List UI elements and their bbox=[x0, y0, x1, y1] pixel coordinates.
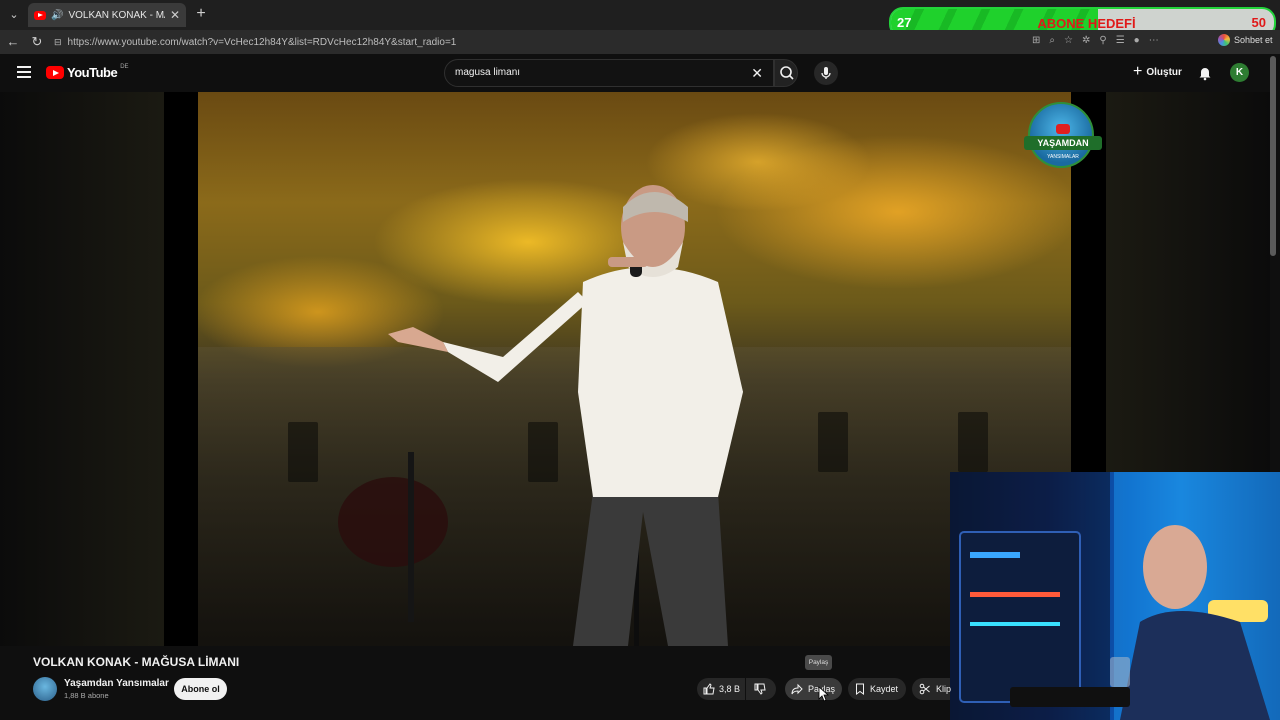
like-button[interactable]: 3,8 B bbox=[697, 678, 745, 700]
split-screen-icon[interactable]: ⚲ bbox=[1099, 35, 1106, 46]
tab-close-icon[interactable]: ✕ bbox=[170, 8, 180, 22]
app-grid-icon[interactable]: ⊞ bbox=[1032, 35, 1040, 46]
favorites-icon[interactable]: ☰ bbox=[1116, 35, 1125, 46]
goal-target: 50 bbox=[1251, 15, 1266, 30]
bookmark-icon bbox=[856, 683, 864, 695]
country-code: DE bbox=[120, 63, 129, 70]
webcam-scene bbox=[950, 472, 1280, 720]
hamburger-menu-icon[interactable] bbox=[17, 66, 31, 78]
search-input[interactable]: magusa limanı ✕ bbox=[444, 59, 774, 87]
share-button[interactable]: Paylaş bbox=[785, 678, 842, 700]
thumbs-down-icon bbox=[754, 683, 766, 695]
subscriber-count: 1,88 B abone bbox=[64, 691, 109, 700]
tab-list-chevron-icon[interactable]: ⌄ bbox=[4, 5, 24, 25]
concert-scene bbox=[198, 92, 1071, 646]
copilot-chat-button[interactable]: Sohbet et bbox=[1218, 34, 1273, 46]
youtube-play-icon bbox=[46, 66, 64, 79]
save-label: Kaydet bbox=[870, 684, 899, 694]
zoom-icon[interactable]: ⌕ bbox=[1049, 35, 1055, 46]
tab-title: VOLKAN KONAK - MAĞUSA L bbox=[68, 9, 165, 21]
account-avatar[interactable]: K bbox=[1230, 63, 1249, 82]
favorite-star-icon[interactable]: ☆ bbox=[1064, 35, 1073, 46]
search-button[interactable] bbox=[774, 59, 798, 87]
singer-figure bbox=[338, 185, 743, 646]
notifications-bell-icon[interactable] bbox=[1197, 65, 1213, 81]
copilot-icon bbox=[1218, 34, 1230, 46]
clip-label: Klip bbox=[936, 684, 952, 694]
site-info-icon[interactable]: ⊟ bbox=[54, 37, 62, 48]
profile-icon[interactable]: ● bbox=[1134, 35, 1140, 46]
search-icon bbox=[780, 66, 794, 80]
browser-address-bar: ← ↻ ⊟ https://www.youtube.com/watch?v=Vc… bbox=[0, 30, 1280, 54]
youtube-header: YouTube DE magusa limanı ✕ + Oluştur K bbox=[0, 54, 1280, 92]
new-tab-plus-icon[interactable]: + bbox=[193, 5, 209, 23]
ambient-glow-left bbox=[0, 92, 164, 646]
watermark-subtitle: YANSIMALAR bbox=[1047, 154, 1079, 160]
plus-icon: + bbox=[1133, 63, 1143, 80]
channel-avatar[interactable] bbox=[33, 677, 57, 701]
video-title: VOLKAN KONAK - MAĞUSA LİMANI bbox=[33, 655, 240, 669]
watermark-title: YAŞAMDAN bbox=[1024, 136, 1102, 150]
like-count: 3,8 B bbox=[719, 684, 741, 694]
channel-watermark-logo: YAŞAMDAN YANSIMALAR bbox=[1024, 102, 1102, 168]
voice-search-button[interactable] bbox=[814, 61, 838, 85]
youtube-logo[interactable]: YouTube DE bbox=[46, 63, 129, 80]
scissors-icon bbox=[919, 683, 930, 695]
create-button[interactable]: + Oluştur bbox=[1133, 63, 1182, 80]
share-arrow-icon bbox=[791, 683, 803, 695]
extension-icon[interactable]: ✲ bbox=[1082, 35, 1090, 46]
clear-search-icon[interactable]: ✕ bbox=[751, 65, 763, 82]
goal-label: ABONE HEDEFİ bbox=[1037, 16, 1136, 31]
audio-playing-icon[interactable]: 🔊 bbox=[51, 10, 63, 21]
mouse-cursor-icon bbox=[818, 686, 830, 702]
subscribe-button[interactable]: Abone ol bbox=[174, 678, 227, 700]
back-arrow-icon[interactable]: ← bbox=[4, 33, 22, 51]
youtube-wordmark: YouTube bbox=[67, 65, 118, 80]
create-label: Oluştur bbox=[1146, 66, 1182, 78]
search-query: magusa limanı bbox=[455, 67, 521, 78]
watermark-youtube-icon bbox=[1056, 124, 1070, 134]
clip-button[interactable]: Klip bbox=[912, 678, 952, 700]
browser-tab[interactable]: 🔊 VOLKAN KONAK - MAĞUSA L ✕ bbox=[28, 3, 186, 27]
dislike-button[interactable] bbox=[746, 678, 776, 700]
streamer-webcam bbox=[950, 472, 1280, 720]
extensions-area: ⊞ ⌕ ☆ ✲ ⚲ ☰ ● ⋯ bbox=[1032, 35, 1159, 46]
reload-icon[interactable]: ↻ bbox=[28, 33, 46, 51]
share-tooltip: Paylaş bbox=[805, 655, 832, 670]
page-scrollbar[interactable] bbox=[1270, 56, 1276, 256]
youtube-favicon-icon bbox=[34, 10, 46, 20]
thumbs-up-icon bbox=[703, 683, 715, 695]
chat-label: Sohbet et bbox=[1234, 35, 1273, 45]
url-text: https://www.youtube.com/watch?v=VcHec12h… bbox=[67, 36, 457, 48]
more-menu-icon[interactable]: ⋯ bbox=[1149, 35, 1159, 46]
microphone-icon bbox=[821, 67, 831, 79]
save-button[interactable]: Kaydet bbox=[848, 678, 906, 700]
channel-name[interactable]: Yaşamdan Yansımalar bbox=[64, 678, 169, 689]
